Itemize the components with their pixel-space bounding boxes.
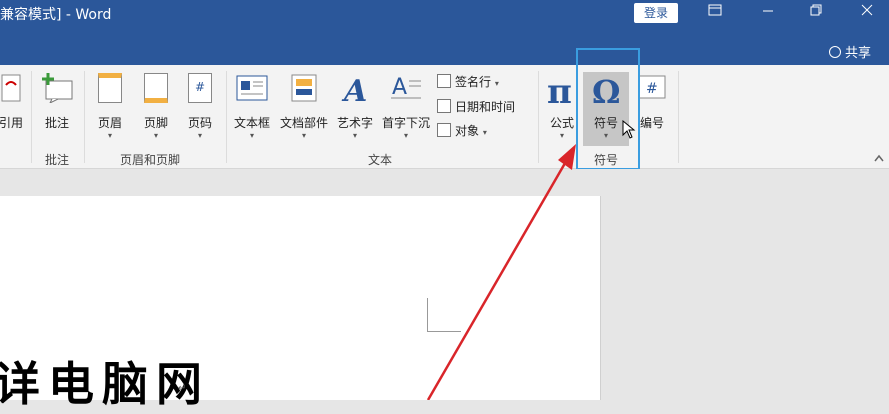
red-arrow [426, 144, 576, 400]
